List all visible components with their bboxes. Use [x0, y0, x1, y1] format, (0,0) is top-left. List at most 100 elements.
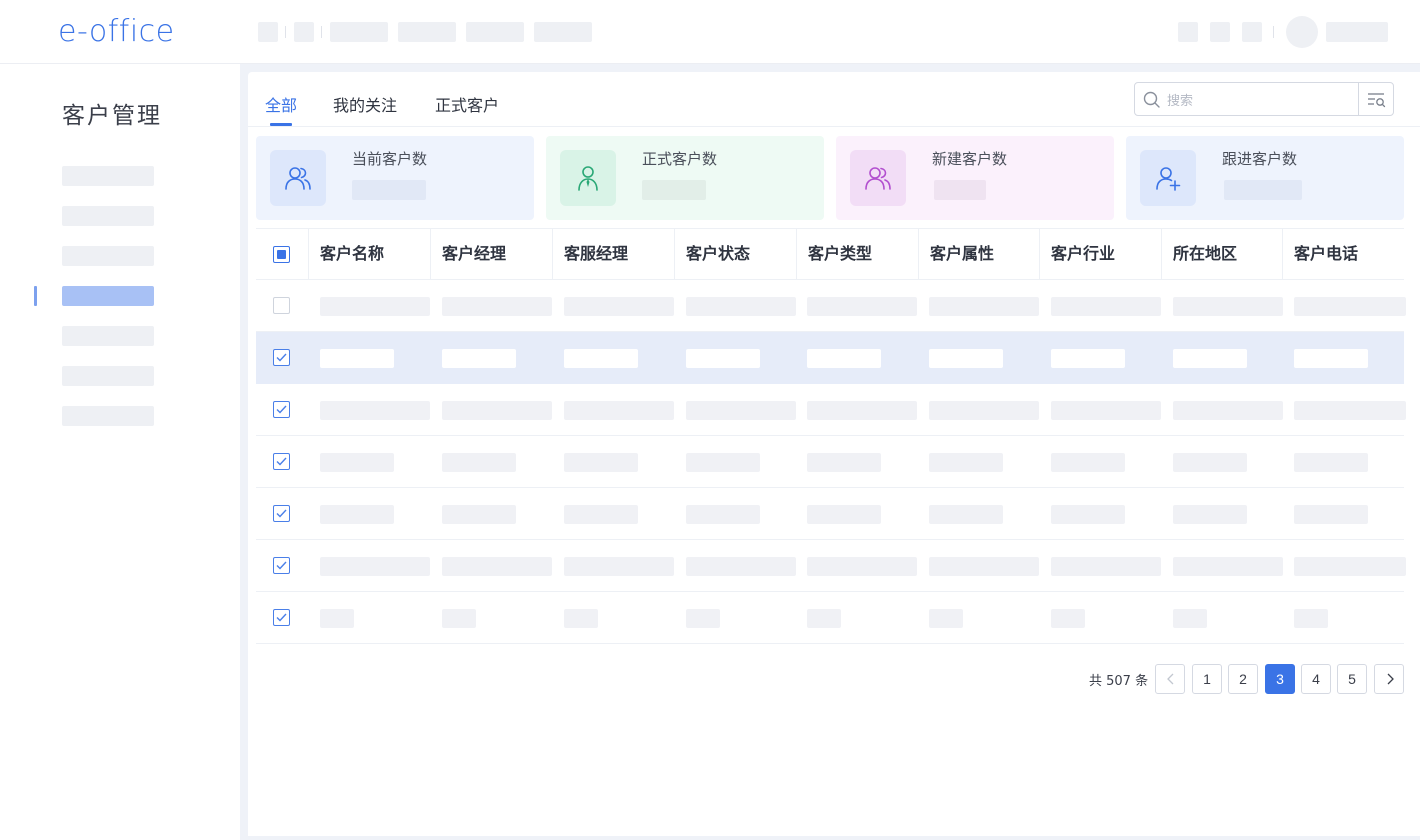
cell-placeholder — [1294, 297, 1406, 316]
table-row[interactable] — [256, 332, 1404, 384]
row-checkbox[interactable] — [273, 609, 290, 626]
stat-card-new-customers[interactable]: 新建客户数 — [836, 136, 1114, 220]
tab-formal-customers[interactable]: 正式客户 — [435, 92, 499, 116]
nav-placeholder-1[interactable] — [258, 22, 278, 42]
nav-placeholder-4[interactable] — [398, 22, 456, 42]
header-action-placeholder-1[interactable] — [1178, 22, 1198, 42]
nav-placeholder-5[interactable] — [466, 22, 524, 42]
select-all-checkbox[interactable] — [273, 246, 290, 263]
cell-placeholder — [442, 609, 476, 628]
cell-placeholder — [1051, 557, 1161, 576]
cell-placeholder — [1051, 505, 1125, 524]
page-button-1[interactable]: 1 — [1192, 664, 1222, 694]
table-row[interactable] — [256, 436, 1404, 488]
cell-placeholder — [929, 453, 1003, 472]
row-checkbox[interactable] — [273, 401, 290, 418]
cell-placeholder — [1294, 349, 1368, 368]
user-name-placeholder[interactable] — [1326, 22, 1388, 42]
cell-placeholder — [1051, 297, 1161, 316]
table-header: 客户名称 客户经理 客服经理 客户状态 客户类型 客户属性 客户行业 所在地区 … — [256, 228, 1404, 280]
cell-placeholder — [320, 401, 430, 420]
nav-placeholder-2[interactable] — [294, 22, 314, 42]
page-button-3-current[interactable]: 3 — [1265, 664, 1295, 694]
check-icon — [276, 457, 287, 466]
stat-icon-box — [850, 150, 906, 206]
header-action-placeholder-3[interactable] — [1242, 22, 1262, 42]
column-header-service-manager[interactable]: 客服经理 — [552, 229, 628, 280]
stat-card-current-customers[interactable]: 当前客户数 — [256, 136, 534, 220]
row-checkbox[interactable] — [273, 349, 290, 366]
cell-placeholder — [320, 297, 430, 316]
cell-placeholder — [564, 609, 598, 628]
sidebar-item-7[interactable] — [62, 406, 154, 426]
table-row[interactable] — [256, 540, 1406, 592]
cell-placeholder — [929, 609, 963, 628]
table-row[interactable] — [256, 384, 1406, 436]
filter-search-button[interactable] — [1358, 82, 1394, 116]
cell-placeholder — [320, 609, 354, 628]
column-header-customer-name[interactable]: 客户名称 — [308, 229, 384, 280]
cell-placeholder — [929, 297, 1039, 316]
cell-placeholder — [442, 401, 552, 420]
cell-placeholder — [686, 401, 796, 420]
table-row[interactable] — [256, 592, 1404, 644]
cell-placeholder — [807, 609, 841, 628]
cell-placeholder — [1173, 349, 1247, 368]
sidebar-item-3[interactable] — [62, 246, 154, 266]
tabs-divider — [248, 126, 1420, 127]
sidebar-item-4-active[interactable] — [62, 286, 154, 306]
nav-placeholder-6[interactable] — [534, 22, 592, 42]
page-button-2[interactable]: 2 — [1228, 664, 1258, 694]
app-logo[interactable]: e-office — [58, 14, 175, 49]
column-header-account-manager[interactable]: 客户经理 — [430, 229, 506, 280]
page-button-4[interactable]: 4 — [1301, 664, 1331, 694]
page-button-5[interactable]: 5 — [1337, 664, 1367, 694]
row-checkbox[interactable] — [273, 297, 290, 314]
sidebar-item-5[interactable] — [62, 326, 154, 346]
sidebar: 客户管理 — [0, 64, 240, 840]
chevron-left-icon — [1167, 673, 1174, 685]
prev-page-button[interactable] — [1155, 664, 1185, 694]
column-header-customer-phone[interactable]: 客户电话 — [1282, 229, 1358, 280]
stat-card-formal-customers[interactable]: 正式客户数 — [546, 136, 824, 220]
sidebar-item-2[interactable] — [62, 206, 154, 226]
column-header-customer-type[interactable]: 客户类型 — [796, 229, 872, 280]
row-checkbox[interactable] — [273, 557, 290, 574]
header-action-placeholder-2[interactable] — [1210, 22, 1230, 42]
user-add-icon — [1156, 167, 1181, 191]
column-header-customer-status[interactable]: 客户状态 — [674, 229, 750, 280]
header-divider — [1273, 26, 1274, 38]
cell-placeholder — [564, 557, 674, 576]
user-tie-icon — [578, 166, 598, 191]
cell-placeholder — [564, 401, 674, 420]
stat-icon-box — [1140, 150, 1196, 206]
cell-placeholder — [320, 453, 394, 472]
table-row[interactable] — [256, 488, 1404, 540]
check-icon — [276, 561, 287, 570]
sidebar-item-6[interactable] — [62, 366, 154, 386]
search-input[interactable] — [1167, 90, 1347, 110]
tab-my-follow[interactable]: 我的关注 — [333, 92, 397, 116]
cell-placeholder — [564, 453, 638, 472]
cell-placeholder — [1173, 505, 1247, 524]
cell-placeholder — [1294, 557, 1406, 576]
next-page-button[interactable] — [1374, 664, 1404, 694]
cell-placeholder — [442, 349, 516, 368]
sidebar-item-1[interactable] — [62, 166, 154, 186]
cell-placeholder — [686, 609, 720, 628]
row-checkbox[interactable] — [273, 505, 290, 522]
column-header-customer-attribute[interactable]: 客户属性 — [918, 229, 994, 280]
column-header-customer-industry[interactable]: 客户行业 — [1039, 229, 1115, 280]
tab-all[interactable]: 全部 — [265, 92, 297, 116]
stat-card-followup-customers[interactable]: 跟进客户数 — [1126, 136, 1404, 220]
row-checkbox[interactable] — [273, 453, 290, 470]
table-row[interactable] — [256, 280, 1406, 332]
filter-search-icon — [1368, 93, 1386, 108]
cell-placeholder — [807, 297, 917, 316]
stat-icon-box — [270, 150, 326, 206]
cell-placeholder — [929, 505, 1003, 524]
avatar[interactable] — [1286, 16, 1318, 48]
column-header-region[interactable]: 所在地区 — [1161, 229, 1237, 280]
nav-placeholder-3[interactable] — [330, 22, 388, 42]
cell-placeholder — [1294, 505, 1368, 524]
